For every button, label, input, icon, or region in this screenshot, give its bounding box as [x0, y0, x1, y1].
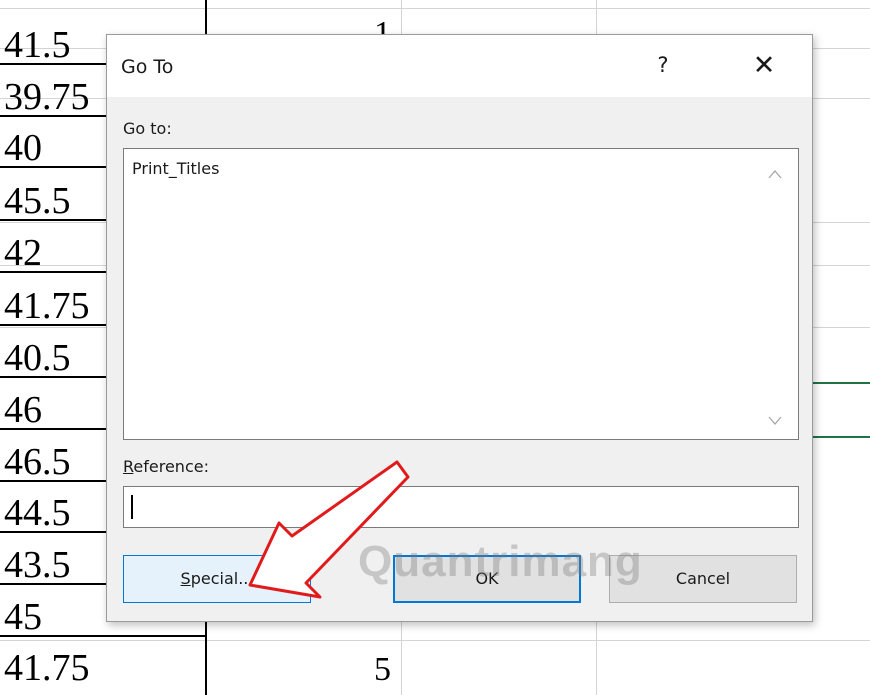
text-caret	[131, 495, 133, 519]
chevron-up-icon[interactable]	[768, 163, 782, 184]
cell[interactable]: 41.75	[0, 648, 205, 688]
dialog-title: Go To	[121, 56, 174, 78]
goto-dialog: Go To ? ✕ Go to: Print_Titles Reference:…	[106, 34, 813, 622]
reference-input[interactable]	[123, 486, 799, 528]
chevron-down-icon[interactable]	[768, 410, 782, 431]
list-item[interactable]: Print_Titles	[132, 159, 219, 178]
help-button[interactable]: ?	[650, 50, 676, 80]
goto-listbox[interactable]: Print_Titles	[123, 148, 799, 440]
selection-border	[808, 436, 870, 438]
cell[interactable]: 5	[207, 650, 399, 690]
selection-border	[808, 382, 870, 384]
watermark-logo: Quantrimang	[358, 537, 643, 586]
close-button[interactable]: ✕	[747, 50, 781, 82]
goto-label: Go to:	[123, 119, 172, 138]
special-button[interactable]: Special...	[123, 555, 311, 603]
dialog-titlebar[interactable]: Go To ? ✕	[107, 35, 812, 97]
reference-label: Reference:	[123, 457, 209, 476]
